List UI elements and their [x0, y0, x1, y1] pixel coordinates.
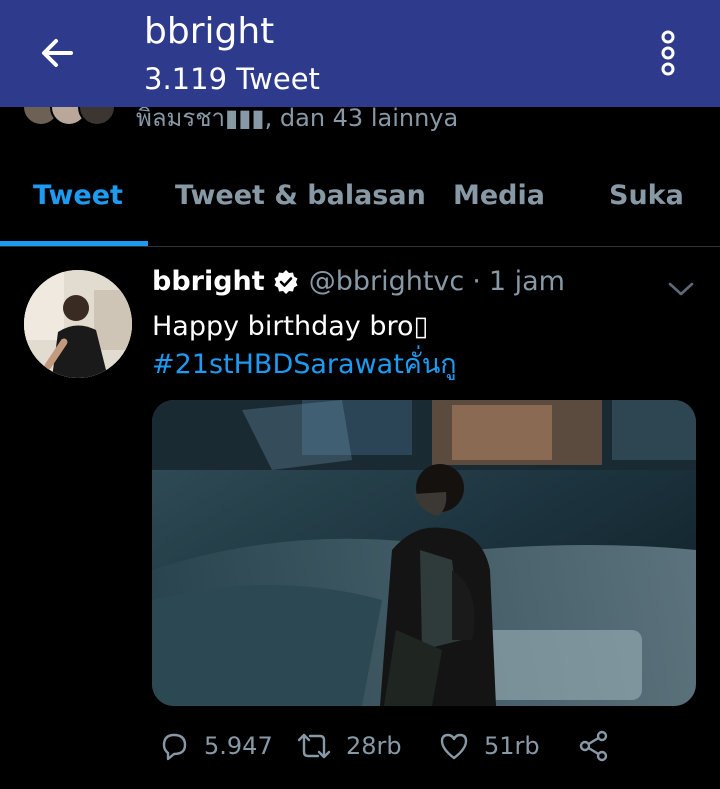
- like-count: 51rb: [484, 732, 540, 760]
- retweet-button[interactable]: 28rb: [296, 730, 402, 762]
- back-arrow-icon: [42, 39, 73, 67]
- retweet-icon: [297, 733, 331, 759]
- tab-likes[interactable]: Suka: [609, 180, 684, 211]
- tweet-photo[interactable]: [152, 400, 696, 706]
- tweet-author-name[interactable]: bbright: [152, 266, 265, 297]
- avatar[interactable]: [24, 270, 132, 378]
- more-vertical-icon: [661, 30, 675, 76]
- tweet-header: bbright @bbrightvc · 1 jam: [152, 266, 565, 297]
- reply-button[interactable]: 5.947: [158, 730, 273, 762]
- tweet-text: Happy birthday bro▯: [152, 311, 429, 342]
- tab-tweet[interactable]: Tweet: [33, 180, 123, 211]
- verified-badge-icon: [273, 269, 299, 295]
- tweet-card[interactable]: bbright @bbrightvc · 1 jam Happy birthda…: [0, 246, 720, 789]
- reply-count: 5.947: [204, 732, 273, 760]
- tweet-actions: 5.947 28rb 51rb: [152, 726, 720, 770]
- tweet-timestamp: 1 jam: [488, 266, 565, 297]
- tab-media[interactable]: Media: [453, 180, 545, 211]
- chevron-down-icon: [668, 282, 694, 296]
- profile-name-title: bbright: [144, 11, 275, 52]
- share-icon: [579, 730, 608, 762]
- avatar-image: [24, 270, 132, 378]
- reply-icon: [162, 733, 187, 761]
- tweet-author-handle[interactable]: @bbrightvc: [309, 266, 465, 297]
- share-button[interactable]: [578, 730, 624, 762]
- more-options-button[interactable]: [648, 28, 688, 78]
- profile-tabs: Tweet Tweet & balasan Media Suka: [0, 160, 720, 247]
- tweet-hashtag[interactable]: #21stHBDSarawatคั่นกู: [152, 346, 457, 384]
- back-button[interactable]: [34, 30, 80, 76]
- like-icon: [440, 733, 468, 760]
- photo-image: [152, 400, 696, 706]
- separator-dot: ·: [472, 266, 481, 297]
- tweet-count: 3.119 Tweet: [144, 62, 320, 96]
- like-button[interactable]: 51rb: [438, 730, 540, 762]
- tab-tweet-replies[interactable]: Tweet & balasan: [175, 180, 426, 211]
- tweet-menu-button[interactable]: [664, 272, 698, 306]
- app-bar: bbright 3.119 Tweet: [0, 0, 720, 107]
- retweet-count: 28rb: [346, 732, 402, 760]
